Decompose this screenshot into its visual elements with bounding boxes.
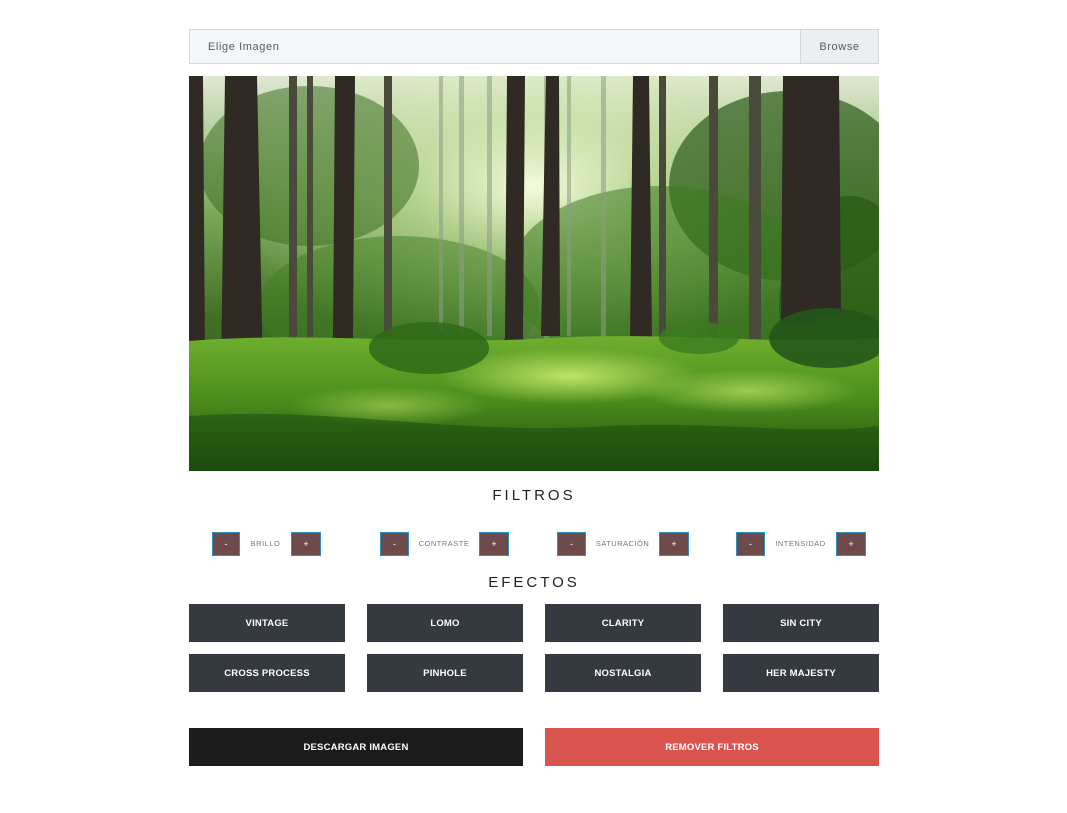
contrast-label: CONTRASTE: [418, 539, 470, 548]
brightness-decrease-button[interactable]: -: [212, 531, 240, 556]
brightness-increase-button[interactable]: +: [291, 531, 321, 556]
effect-nostalgia-button[interactable]: NOSTALGIA: [545, 654, 701, 692]
remove-filters-button[interactable]: REMOVER FILTROS: [545, 728, 879, 766]
filter-brightness: - BRILLO +: [212, 531, 321, 556]
filter-intensity: - INTENSIDAD +: [736, 531, 866, 556]
effect-cross-process-button[interactable]: CROSS PROCESS: [189, 654, 345, 692]
effect-pinhole-button[interactable]: PINHOLE: [367, 654, 523, 692]
contrast-decrease-button[interactable]: -: [380, 531, 409, 556]
browse-button[interactable]: Browse: [800, 30, 878, 63]
filters-title: FILTROS: [492, 487, 576, 504]
effect-clarity-button[interactable]: CLARITY: [545, 604, 701, 642]
intensity-label: INTENSIDAD: [775, 539, 826, 548]
saturation-label: SATURACIÓN: [595, 539, 650, 548]
filter-saturation: - SATURACIÓN +: [557, 531, 689, 556]
download-image-button[interactable]: DESCARGAR IMAGEN: [189, 728, 523, 766]
effect-vintage-button[interactable]: VINTAGE: [189, 604, 345, 642]
forest-photo: [189, 76, 879, 471]
intensity-decrease-button[interactable]: -: [736, 531, 765, 556]
effect-lomo-button[interactable]: LOMO: [367, 604, 523, 642]
contrast-increase-button[interactable]: +: [479, 531, 509, 556]
image-preview: [189, 76, 879, 471]
filter-contrast: - CONTRASTE +: [380, 531, 509, 556]
effect-her-majesty-button[interactable]: HER MAJESTY: [723, 654, 879, 692]
effects-title: EFECTOS: [488, 574, 580, 591]
file-input-label[interactable]: Elige Imagen: [190, 30, 800, 63]
effect-sin-city-button[interactable]: SIN CITY: [723, 604, 879, 642]
saturation-increase-button[interactable]: +: [659, 531, 689, 556]
file-input[interactable]: Elige Imagen Browse: [189, 29, 879, 64]
brightness-label: BRILLO: [250, 539, 281, 548]
saturation-decrease-button[interactable]: -: [557, 531, 586, 556]
intensity-increase-button[interactable]: +: [836, 531, 866, 556]
